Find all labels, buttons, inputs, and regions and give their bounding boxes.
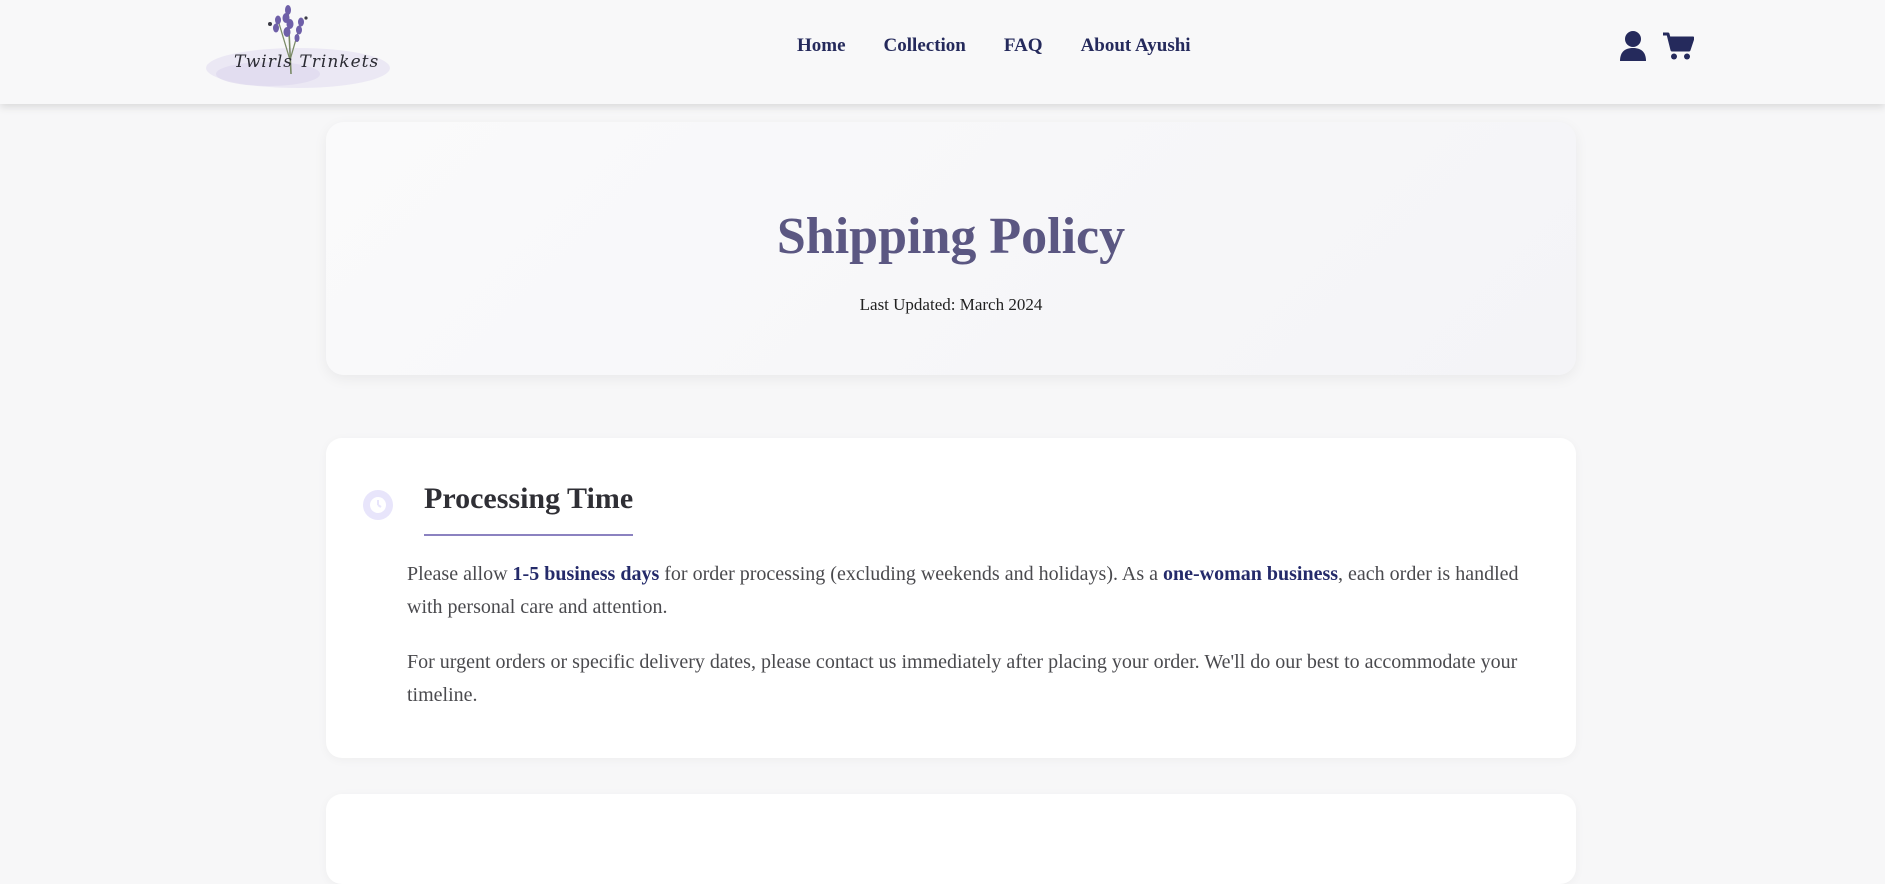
processing-paragraph: Please allow 1-5 business days for order… [407, 558, 1537, 624]
next-section-card [326, 794, 1576, 884]
clock-icon [363, 490, 393, 520]
user-icon[interactable] [1618, 30, 1648, 62]
nav-about[interactable]: About Ayushi [1081, 35, 1191, 57]
nav-home[interactable]: Home [797, 35, 846, 57]
brand-logo[interactable]: Twirls Trinkets [198, 0, 394, 96]
urgent-orders-paragraph: For urgent orders or specific delivery d… [407, 651, 1518, 706]
site-header: Twirls Trinkets Home Collection FAQ Abou… [0, 0, 1885, 104]
hero-card: Shipping Policy Last Updated: March 2024 [326, 122, 1576, 375]
paragraph-text: for order processing (excluding weekends… [659, 563, 1163, 585]
cart-icon[interactable] [1662, 31, 1694, 61]
main-nav: Home Collection FAQ About Ayushi [797, 35, 1191, 57]
nav-collection[interactable]: Collection [884, 35, 966, 57]
header-actions [1618, 30, 1694, 62]
processing-time-section: Processing Time Please allow 1-5 busines… [326, 438, 1576, 758]
nav-faq[interactable]: FAQ [1004, 35, 1043, 57]
section-title: Processing Time [424, 482, 634, 536]
lavender-logo-icon [206, 5, 390, 88]
logo-text: Twirls Trinkets [234, 52, 380, 72]
one-woman-business-highlight: one-woman business [1163, 563, 1339, 585]
page-title: Shipping Policy [776, 208, 1126, 265]
business-days-highlight: 1-5 business days [512, 563, 660, 585]
paragraph-text: Please allow [407, 563, 513, 585]
last-updated: Last Updated: March 2024 [859, 295, 1043, 314]
